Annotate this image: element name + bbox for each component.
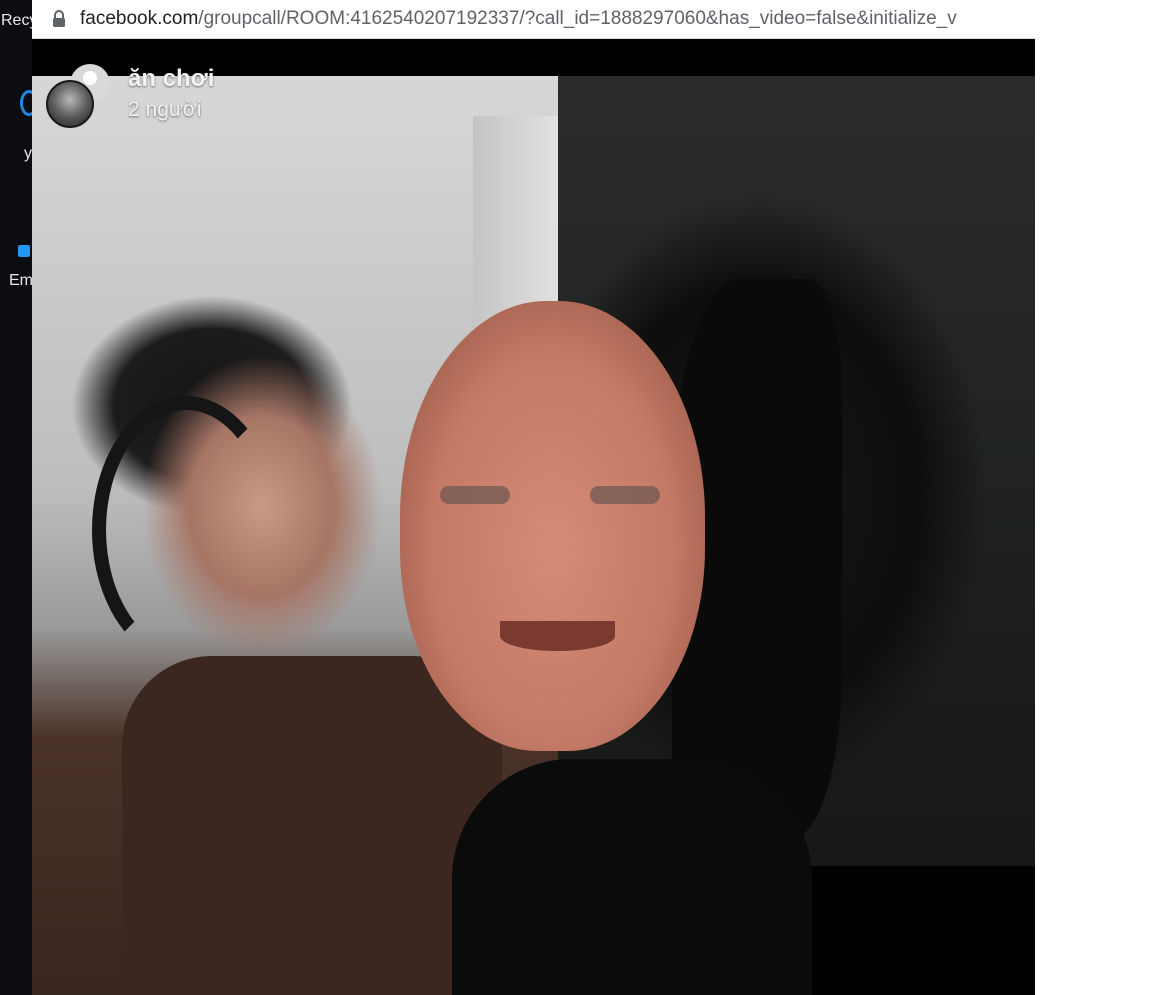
url-path: /groupcall/ROOM:4162540207192337/?call_i… — [198, 8, 957, 29]
call-area: ăn chơi 2 người — [32, 39, 1035, 995]
video-shirt — [122, 656, 502, 995]
call-header: ăn chơi 2 người — [32, 63, 432, 133]
video-mouth — [500, 621, 615, 651]
participant-count: 2 người — [128, 98, 202, 121]
address-bar[interactable]: facebook.com/groupcall/ROOM:416254020719… — [32, 0, 1035, 39]
desktop-background: Recy y Em — [0, 0, 32, 995]
browser-window: facebook.com/groupcall/ROOM:416254020719… — [32, 0, 1035, 995]
desktop-shortcut-icon[interactable] — [18, 245, 30, 257]
desktop-icon-label-recycle-bin[interactable]: Recy — [1, 12, 32, 30]
desktop-icon-label[interactable]: Em — [9, 272, 32, 290]
url-host: facebook.com — [80, 8, 199, 29]
desktop-shortcut-icon[interactable] — [20, 90, 32, 116]
url-text[interactable]: facebook.com/groupcall/ROOM:416254020719… — [80, 0, 1035, 38]
avatar — [46, 80, 94, 128]
group-name: ăn chơi — [128, 65, 215, 92]
lock-icon[interactable] — [52, 10, 66, 28]
video-brow — [590, 486, 660, 504]
video-body — [452, 759, 812, 995]
video-headphones — [92, 396, 280, 664]
desktop-icon-label[interactable]: y — [24, 145, 32, 163]
participant-face — [400, 301, 705, 751]
video-brow — [440, 486, 510, 504]
